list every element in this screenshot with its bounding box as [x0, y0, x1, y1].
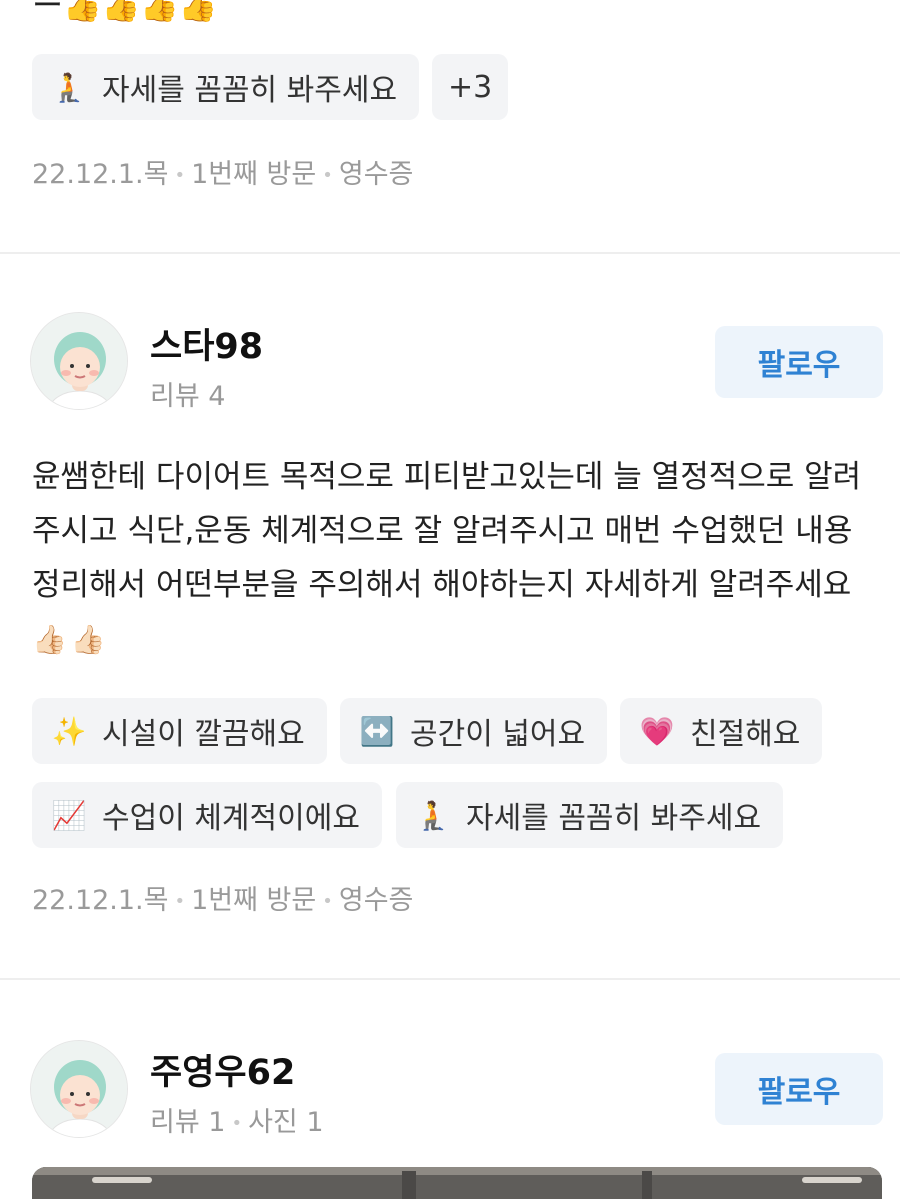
keyword-chip: 💗 친절해요	[620, 698, 823, 764]
chart-increasing-emoji-icon: 📈	[51, 798, 87, 832]
photo-count: 사진 1	[248, 1107, 324, 1138]
review-photo[interactable]	[32, 1167, 882, 1199]
review-text: 윤쌤한테 다이어트 목적으로 피티받고있는데 늘 열정적으로 알려주시고 식단,…	[32, 459, 862, 603]
keyword-chip: 📈 수업이 체계적이에요	[32, 782, 382, 848]
review-body: 윤쌤한테 다이어트 목적으로 피티받고있는데 늘 열정적으로 알려주시고 식단,…	[32, 450, 882, 667]
separator-dot: •	[174, 165, 186, 186]
keyword-chip: 🧎 자세를 꼼꼼히 봐주세요	[32, 54, 420, 120]
separator-dot: •	[322, 165, 333, 186]
kneel-emoji-icon: 🧎	[51, 70, 87, 104]
avatar-face-icon	[31, 313, 127, 409]
separator-dot: •	[231, 1113, 243, 1134]
review-meta: 22.12.1.목 • 1번째 방문 • 영수증	[32, 152, 413, 191]
keyword-chip-label: 시설이 깔끔해요	[102, 717, 305, 752]
keyword-chip: ↔️ 공간이 넓어요	[340, 698, 608, 764]
keyword-chip-label: 친절해요	[690, 717, 801, 752]
avatar[interactable]	[30, 312, 128, 410]
keyword-chip-label: 수업이 체계적이에요	[102, 801, 360, 836]
visit-date: 22.12.1.목	[32, 885, 169, 916]
visit-count: 1번째 방문	[191, 159, 317, 190]
kneel-emoji-icon: 🧎	[415, 798, 451, 832]
more-keywords-button[interactable]: +3	[432, 54, 509, 120]
review-divider	[0, 978, 900, 980]
sparkles-emoji-icon: ✨	[51, 714, 87, 748]
separator-dot: •	[174, 891, 186, 912]
keyword-chip-label: 공간이 넓어요	[410, 717, 586, 752]
reviewer-stats: 리뷰 1 • 사진 1	[150, 1100, 324, 1139]
left-right-arrow-emoji-icon: ↔️	[359, 714, 395, 748]
review-meta: 22.12.1.목 • 1번째 방문 • 영수증	[32, 878, 413, 917]
thumbs-up-emoji-icon: 👍🏻👍🏻	[32, 623, 110, 656]
more-keywords-label: +3	[448, 69, 493, 105]
avatar[interactable]	[30, 1040, 128, 1138]
keyword-chip: ✨ 시설이 깔끔해요	[32, 698, 327, 764]
follow-button[interactable]: 팔로우	[715, 326, 883, 398]
keyword-chip-label: 자세를 꼼꼼히 봐주세요	[466, 801, 762, 836]
review-divider	[0, 252, 900, 254]
keyword-chip-label: 자세를 꼼꼼히 봐주세요	[102, 73, 398, 108]
previous-review-text-tail: ー👍👍👍👍	[32, 0, 218, 24]
separator-dot: •	[322, 891, 333, 912]
proof-type: 영수증	[338, 885, 414, 916]
keyword-chip: 🧎 자세를 꼼꼼히 봐주세요	[396, 782, 784, 848]
photo-ceiling-detail	[32, 1167, 882, 1199]
avatar-face-icon	[31, 1041, 127, 1137]
visit-count: 1번째 방문	[191, 885, 317, 916]
reviewer-name[interactable]: 주영우62	[150, 1044, 295, 1095]
visit-date: 22.12.1.목	[32, 159, 169, 190]
review-count: 리뷰 1	[150, 1107, 226, 1138]
heart-emoji-icon: 💗	[639, 714, 675, 748]
follow-button[interactable]: 팔로우	[715, 1053, 883, 1125]
proof-type: 영수증	[338, 159, 414, 190]
reviewer-name[interactable]: 스타98	[150, 318, 263, 369]
reviewer-stats: 리뷰 4	[150, 381, 226, 412]
